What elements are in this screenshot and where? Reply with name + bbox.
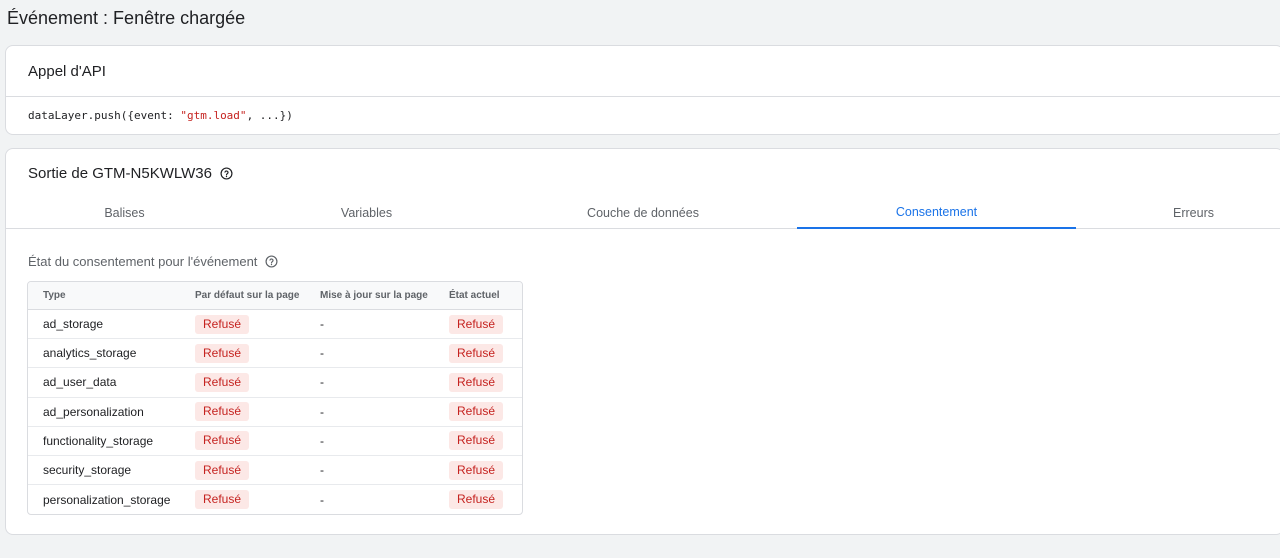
table-row: ad_user_data Refusé - Refusé: [28, 368, 522, 398]
status-badge: Refusé: [195, 460, 250, 480]
status-badge: Refusé: [195, 343, 250, 363]
status-badge: Refusé: [195, 372, 250, 392]
header-default: Par défaut sur la page: [195, 290, 300, 301]
current-cell: Refusé: [449, 339, 504, 367]
default-cell: Refusé: [195, 427, 250, 455]
current-cell: Refusé: [449, 310, 504, 338]
default-cell: Refusé: [195, 456, 250, 484]
current-cell: Refusé: [449, 456, 504, 484]
default-cell: Refusé: [195, 485, 250, 514]
status-badge: Refusé: [449, 343, 504, 363]
header-type: Type: [43, 290, 66, 301]
api-call-card: Appel d'API dataLayer.push({event: "gtm.…: [5, 45, 1280, 135]
tab-consent[interactable]: Consentement: [797, 197, 1076, 229]
update-value: -: [320, 375, 324, 390]
tab-data-layer[interactable]: Couche de données: [503, 197, 783, 229]
output-title-text: Sortie de GTM-N5KWLW36: [28, 165, 212, 182]
update-value: -: [320, 463, 324, 478]
status-badge: Refusé: [449, 372, 504, 392]
consent-type: ad_personalization: [43, 404, 144, 419]
current-cell: Refusé: [449, 368, 504, 396]
status-badge: Refusé: [449, 490, 504, 510]
consent-type: ad_user_data: [43, 375, 117, 390]
code-suffix: , ...}): [246, 109, 293, 122]
output-tabs: Balises Variables Couche de données Cons…: [6, 197, 1280, 229]
update-value: -: [320, 346, 324, 361]
table-row: functionality_storage Refusé - Refusé: [28, 427, 522, 456]
default-cell: Refusé: [195, 339, 250, 367]
consent-type: functionality_storage: [43, 433, 154, 448]
current-cell: Refusé: [449, 485, 504, 514]
status-badge: Refusé: [195, 490, 250, 510]
status-badge: Refusé: [195, 402, 250, 422]
tab-errors[interactable]: Erreurs: [1086, 197, 1280, 229]
consent-state-title: État du consentement pour l'événement: [28, 254, 278, 269]
help-circle-icon[interactable]: [265, 255, 278, 268]
consent-type: analytics_storage: [43, 346, 137, 361]
header-current: État actuel: [449, 290, 500, 301]
api-call-code: dataLayer.push({event: "gtm.load", ...}): [6, 97, 1280, 122]
update-value: -: [320, 433, 324, 448]
status-badge: Refusé: [449, 402, 504, 422]
table-row: personalization_storage Refusé - Refusé: [28, 485, 522, 514]
table-row: security_storage Refusé - Refusé: [28, 456, 522, 486]
status-badge: Refusé: [449, 314, 504, 334]
current-cell: Refusé: [449, 427, 504, 455]
header-update: Mise à jour sur la page: [320, 290, 428, 301]
code-prefix: dataLayer.push({event:: [28, 109, 181, 122]
consent-state-title-text: État du consentement pour l'événement: [28, 254, 258, 269]
status-badge: Refusé: [449, 431, 504, 451]
default-cell: Refusé: [195, 310, 250, 338]
container-output-card: Sortie de GTM-N5KWLW36 Balises Variables…: [5, 148, 1280, 535]
update-value: -: [320, 404, 324, 419]
code-event-string: "gtm.load": [180, 109, 247, 122]
current-cell: Refusé: [449, 398, 504, 426]
table-row: ad_storage Refusé - Refusé: [28, 310, 522, 340]
status-badge: Refusé: [449, 460, 504, 480]
consent-type: personalization_storage: [43, 492, 171, 507]
consent-type: security_storage: [43, 463, 132, 478]
api-call-title: Appel d'API: [6, 46, 1280, 97]
help-circle-icon[interactable]: [220, 167, 233, 180]
table-row: analytics_storage Refusé - Refusé: [28, 339, 522, 369]
table-body: ad_storage Refusé - Refusé analytics_storage…: [28, 310, 522, 514]
default-cell: Refusé: [195, 368, 250, 396]
tab-variables[interactable]: Variables: [243, 197, 490, 229]
consent-table: Type Par défaut sur la page Mise à jour …: [27, 281, 523, 516]
output-title: Sortie de GTM-N5KWLW36: [28, 165, 233, 182]
update-value: -: [320, 492, 324, 507]
status-badge: Refusé: [195, 431, 250, 451]
update-value: -: [320, 317, 324, 332]
tab-balises[interactable]: Balises: [6, 197, 243, 229]
table-header: Type Par défaut sur la page Mise à jour …: [28, 282, 522, 310]
page-title: Événement : Fenêtre chargée: [7, 8, 246, 28]
table-row: ad_personalization Refusé - Refusé: [28, 398, 522, 427]
consent-type: ad_storage: [43, 317, 104, 332]
default-cell: Refusé: [195, 398, 250, 426]
status-badge: Refusé: [195, 314, 250, 334]
